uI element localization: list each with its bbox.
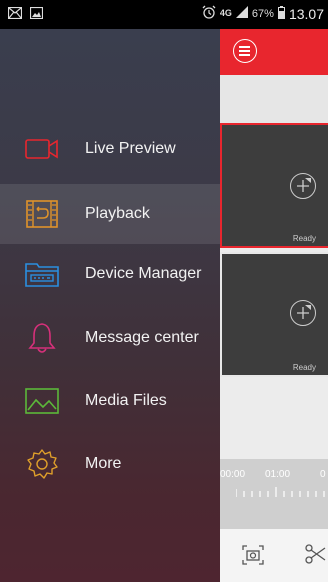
menu-item-more[interactable]: More (0, 434, 220, 494)
scissors-icon[interactable] (304, 543, 326, 570)
mail-icon (7, 6, 23, 22)
add-camera-icon[interactable] (290, 173, 316, 199)
gear-icon (24, 448, 60, 480)
navigation-drawer: Live Preview Playback Device Manager Mes… (0, 29, 221, 582)
battery-icon (277, 5, 285, 22)
sub-toolbar (220, 75, 328, 123)
folder-device-icon (24, 258, 60, 290)
menu-label: More (85, 455, 122, 472)
app-toolbar (220, 29, 328, 75)
screenshot-camera-icon[interactable] (242, 545, 264, 570)
signal-icon (235, 6, 248, 21)
menu-label: Message center (85, 329, 199, 346)
menu-item-message-center[interactable]: Message center (0, 308, 220, 368)
main-content: Ready Ready 00:00 01:00 0 (220, 29, 328, 582)
image-icon (29, 6, 44, 22)
menu-item-media-files[interactable]: Media Files (0, 371, 220, 431)
menu-label: Live Preview (85, 140, 176, 157)
camera-icon (24, 133, 60, 165)
network-type: 4G (219, 8, 232, 18)
menu-item-device-manager[interactable]: Device Manager (0, 244, 220, 304)
video-pane[interactable]: Ready (220, 252, 328, 377)
alarm-clock-icon (202, 5, 216, 22)
image-icon (24, 385, 60, 417)
menu-item-playback[interactable]: Playback (0, 184, 220, 244)
bottom-toolbar (220, 529, 328, 582)
bell-icon (24, 322, 60, 354)
timeline-label: 00:00 (220, 469, 246, 480)
timeline-label: 01:00 (265, 469, 291, 480)
menu-item-live-preview[interactable]: Live Preview (0, 119, 220, 179)
menu-label: Device Manager (85, 265, 202, 282)
playback-film-icon (24, 198, 60, 230)
menu-label: Media Files (85, 392, 167, 409)
status-bar: 4G 67% 13.07 (0, 0, 328, 29)
add-camera-icon[interactable] (290, 300, 316, 326)
timeline-ticks (236, 487, 325, 497)
battery-percent: 67% (251, 7, 274, 20)
menu-label: Playback (85, 205, 150, 222)
video-pane[interactable]: Ready (220, 123, 328, 248)
playback-timeline[interactable]: 00:00 01:00 0 (220, 459, 328, 529)
hamburger-menu-icon[interactable] (233, 39, 257, 63)
pane-status: Ready (292, 234, 316, 243)
pane-status: Ready (292, 363, 316, 372)
timeline-label: 0 (320, 469, 326, 480)
clock-time: 13.07 (288, 5, 324, 22)
